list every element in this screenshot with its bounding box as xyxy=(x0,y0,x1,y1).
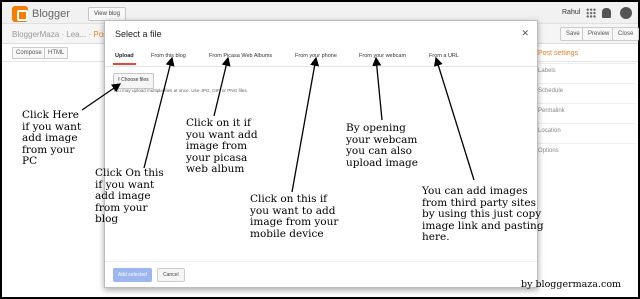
note-phone: Click on this if you want to add image f… xyxy=(250,193,339,240)
note-picasa: Click on it if you want add image from y… xyxy=(186,117,258,175)
note-upload: Click Here if you want add image from yo… xyxy=(22,109,82,167)
arrow-phone xyxy=(291,56,320,193)
arrow-url xyxy=(433,56,475,181)
note-url: You can add images from third party site… xyxy=(422,185,544,243)
arrow-upload xyxy=(81,83,122,111)
note-from-this-blog: Click On this if you want add image from… xyxy=(95,167,164,225)
arrow-picasa xyxy=(213,56,231,117)
arrow-from-this-blog xyxy=(143,56,175,169)
annotation-arrows xyxy=(81,56,475,193)
note-webcam: By opening your webcam you can also uplo… xyxy=(346,122,418,169)
credit-byline: by bloggermaza.com xyxy=(521,279,622,290)
arrow-webcam xyxy=(372,56,383,121)
